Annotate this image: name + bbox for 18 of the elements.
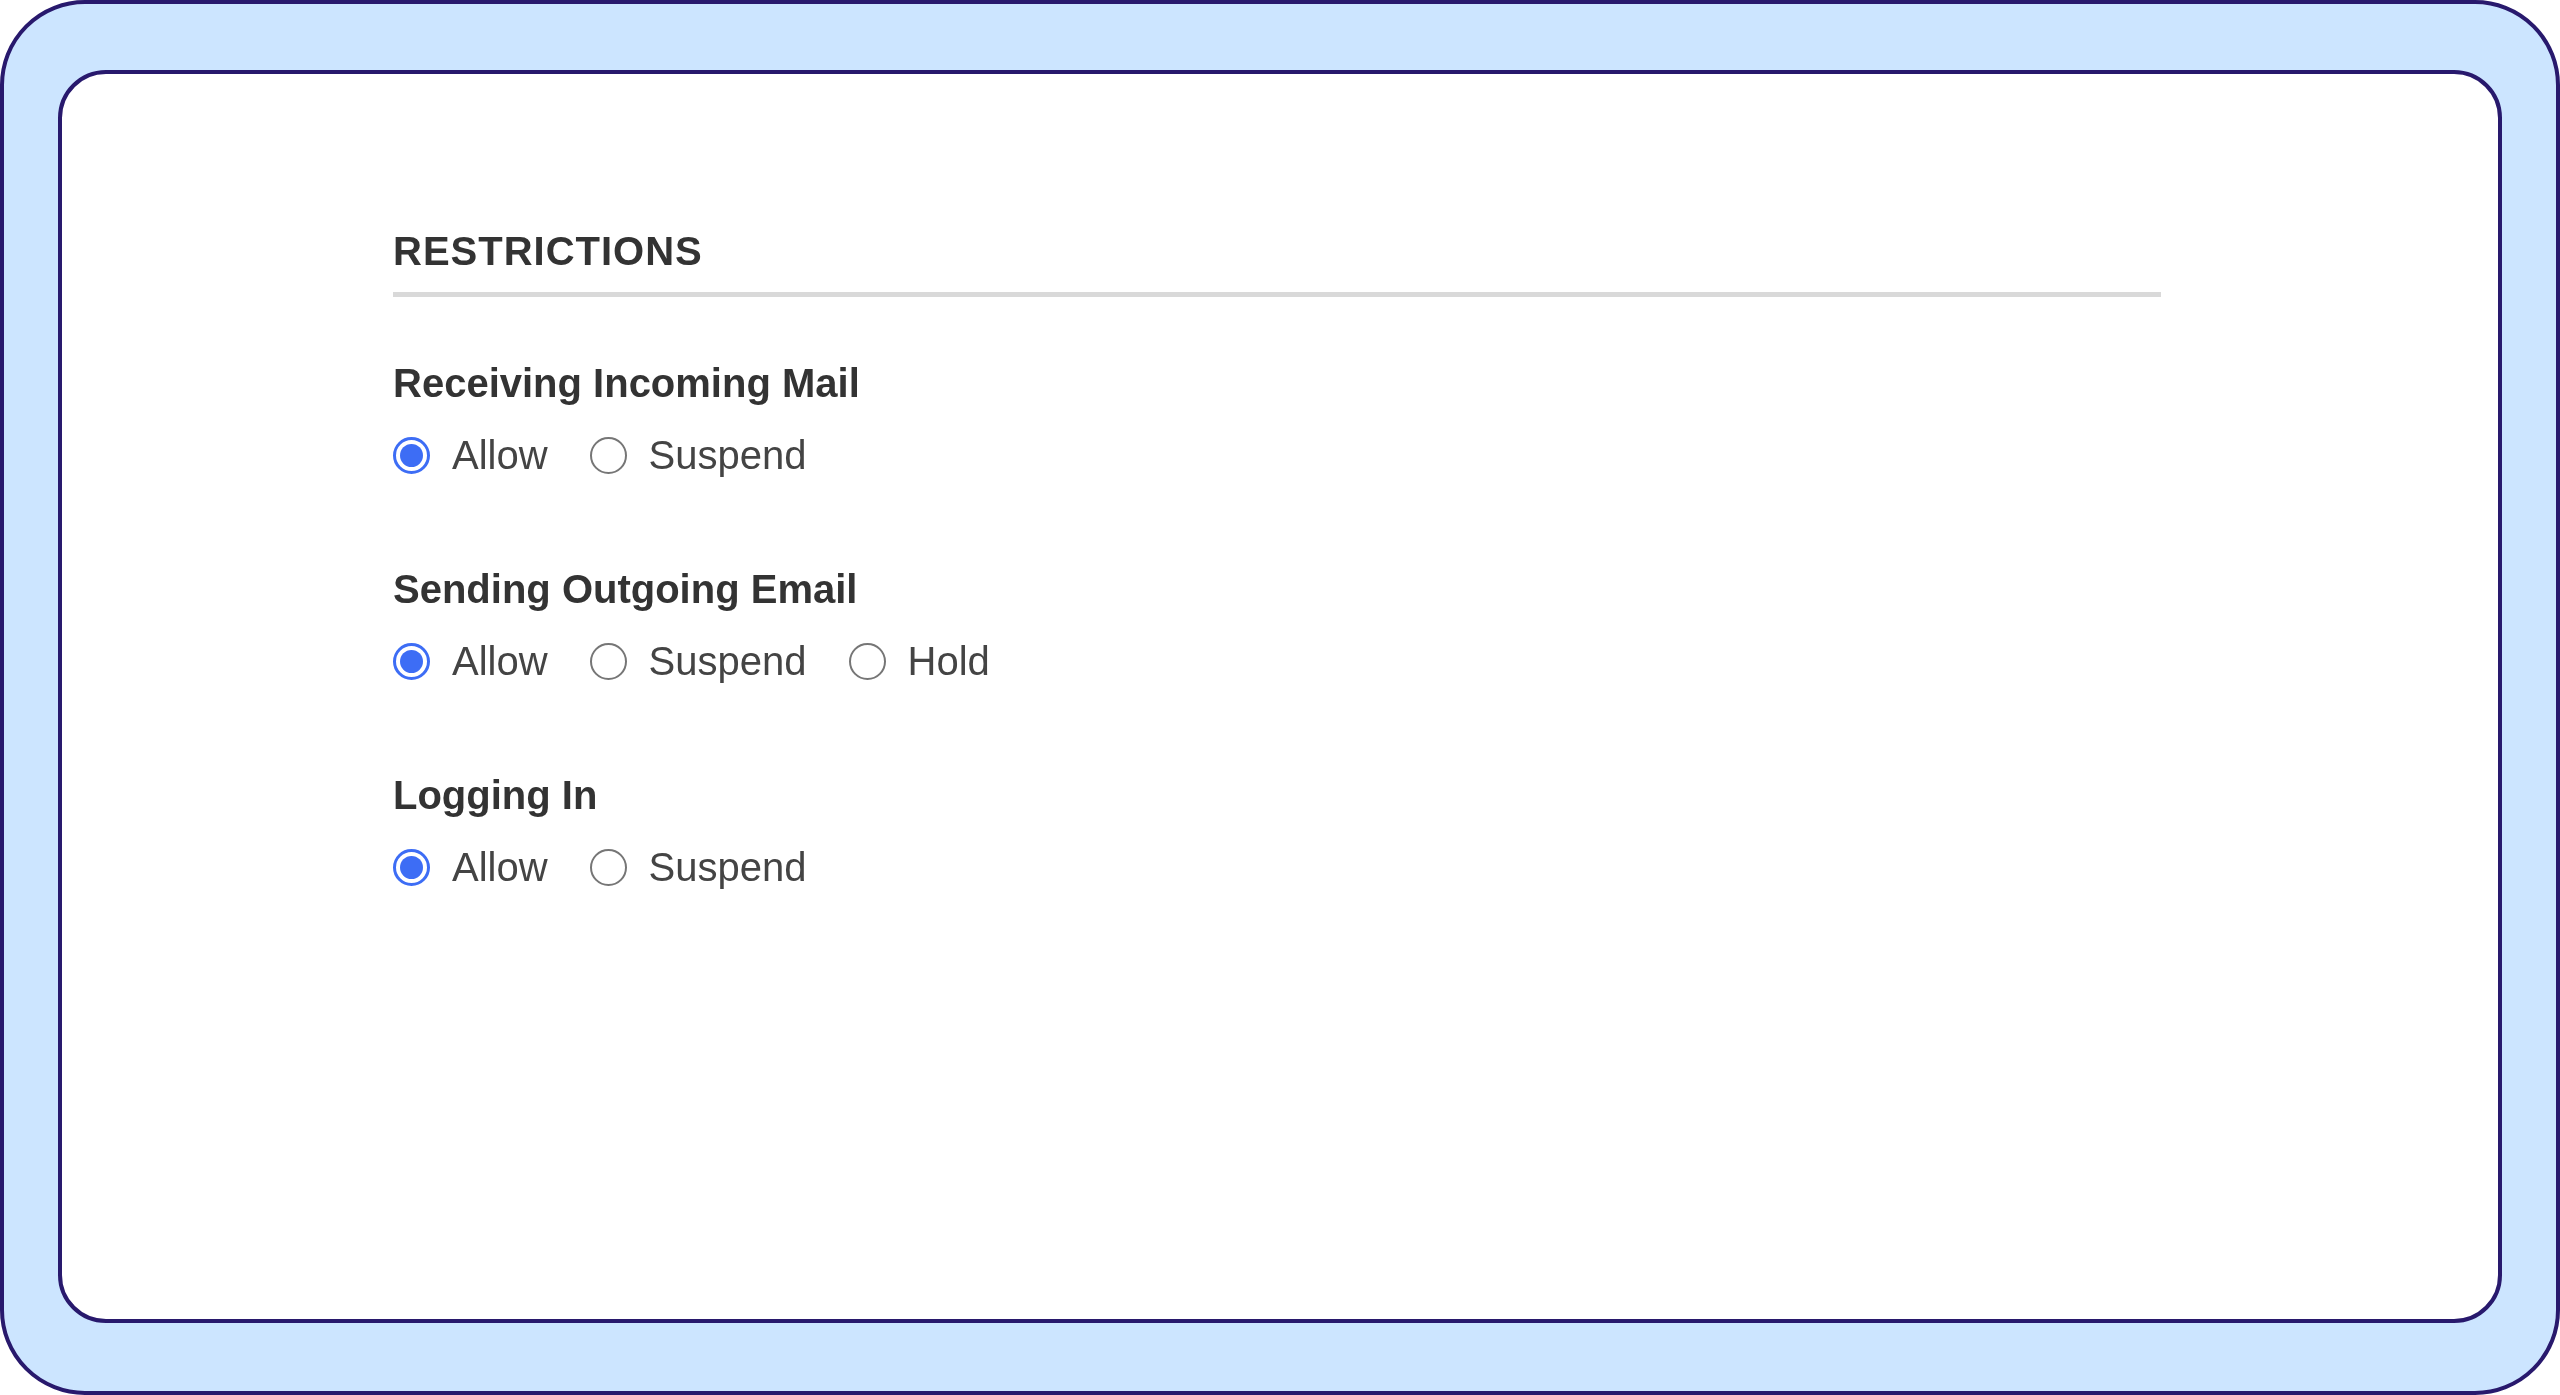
radio-button[interactable] [393,848,430,886]
radio-button[interactable] [589,436,627,474]
option-label[interactable]: Allow [452,847,548,887]
radio-button[interactable] [589,642,627,680]
option-label[interactable]: Suspend [648,641,807,681]
option-label[interactable]: Suspend [648,847,807,887]
group-label: Receiving Incoming Mail [393,363,860,403]
option-label[interactable]: Hold [907,641,990,681]
radio-button[interactable] [393,436,430,474]
group-label: Sending Outgoing Email [393,569,858,609]
radio-button[interactable] [589,848,627,886]
section-title: RESTRICTIONS [393,231,703,271]
radio-button[interactable] [393,642,430,680]
radio-button[interactable] [848,642,886,680]
option-label[interactable]: Allow [452,641,548,681]
option-label[interactable]: Suspend [648,435,807,475]
group-label: Logging In [393,775,598,815]
option-label[interactable]: Allow [452,435,548,475]
